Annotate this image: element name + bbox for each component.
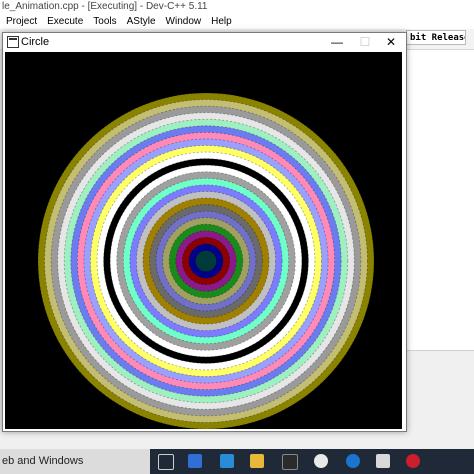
graphics-canvas — [5, 52, 402, 429]
task-view-icon[interactable] — [158, 454, 174, 470]
window-title: Circle — [21, 36, 50, 48]
folder-icon[interactable] — [250, 454, 264, 468]
maximize-button[interactable]: ☐ — [351, 33, 379, 51]
opera-icon[interactable] — [406, 454, 420, 468]
build-config-select[interactable]: bit Release — [406, 30, 466, 45]
circle-window-title-bar[interactable]: Circle — ☐ ✕ — [3, 33, 404, 51]
concentric-circles-graphic — [37, 92, 375, 429]
menu-help[interactable]: Help — [211, 14, 232, 29]
menu-project[interactable]: Project — [6, 14, 37, 29]
menu-execute[interactable]: Execute — [47, 14, 83, 29]
windows-taskbar: eb and Windows — [0, 449, 474, 474]
menu-window[interactable]: Window — [166, 14, 202, 29]
edge-icon[interactable] — [346, 454, 360, 468]
ide-output-panel — [405, 350, 474, 431]
ide-right-panel — [405, 50, 474, 350]
circle-window: Circle — ☐ ✕ — [2, 32, 407, 432]
ring — [195, 250, 217, 272]
close-button[interactable]: ✕ — [377, 33, 405, 51]
ide-title-bar: le_Animation.cpp - [Executing] - Dev-C++… — [0, 0, 474, 14]
menu-tools[interactable]: Tools — [93, 14, 116, 29]
taskbar-search-box[interactable]: eb and Windows — [0, 449, 150, 474]
terminal-icon[interactable] — [282, 454, 298, 470]
menu-astyle[interactable]: AStyle — [127, 14, 156, 29]
ide-menu-bar: Project Execute Tools AStyle Window Help — [0, 14, 474, 29]
media-icon[interactable] — [376, 454, 390, 468]
store-icon[interactable] — [188, 454, 202, 468]
minimize-button[interactable]: — — [323, 33, 351, 51]
chrome-icon[interactable] — [314, 454, 328, 468]
vscode-icon[interactable] — [220, 454, 234, 468]
console-app-icon — [7, 36, 19, 48]
